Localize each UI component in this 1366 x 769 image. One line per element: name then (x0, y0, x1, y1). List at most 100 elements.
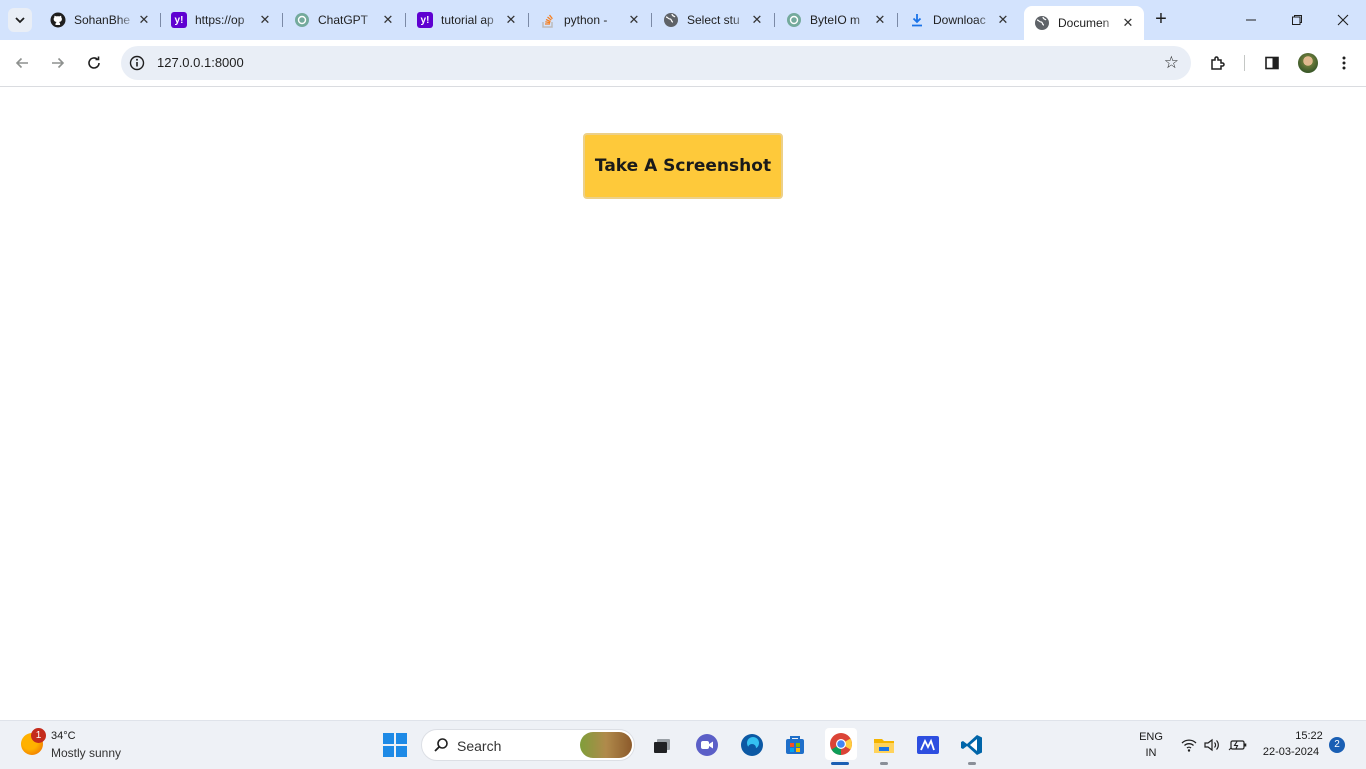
stackoverflow-icon (540, 12, 556, 28)
tab-title: https://op (195, 13, 245, 27)
close-icon[interactable]: ✕ (1120, 15, 1136, 31)
tab-title: ByteIO m (810, 13, 861, 27)
store-icon[interactable] (781, 731, 809, 759)
tab-title: tutorial ap (441, 13, 494, 27)
app-indicator (880, 762, 888, 765)
menu-button[interactable] (1332, 51, 1356, 75)
windows-start-icon[interactable] (383, 733, 407, 757)
reload-icon (88, 56, 100, 69)
tab-separator (528, 13, 529, 27)
restore-button[interactable] (1274, 0, 1320, 40)
download-icon (909, 12, 925, 28)
info-icon[interactable] (129, 55, 145, 71)
back-button[interactable] (10, 51, 34, 75)
yahoo-icon: y! (417, 12, 433, 28)
reload-button[interactable] (82, 51, 106, 75)
close-icon[interactable]: ✕ (380, 12, 396, 28)
browser-toolbar: 127.0.0.1:8000 ☆ (0, 40, 1366, 87)
side-panel-button[interactable] (1260, 51, 1284, 75)
battery-icon[interactable] (1228, 738, 1248, 752)
github-icon (50, 12, 66, 28)
tab-separator (897, 13, 898, 27)
toolbar-divider (1244, 55, 1245, 71)
close-icon[interactable]: ✕ (995, 12, 1011, 28)
tab-6[interactable]: ByteIO m ✕ (776, 6, 896, 34)
side-panel-icon (1265, 56, 1279, 70)
search-icon (434, 738, 448, 752)
clock-date[interactable]: 22-03-2024 (1256, 746, 1326, 758)
tab-title: ChatGPT (318, 13, 369, 27)
meet-icon[interactable] (693, 731, 721, 759)
language-line1[interactable]: ENG (1136, 731, 1166, 743)
tab-active[interactable]: Documen ✕ (1024, 6, 1144, 40)
globe-icon (1034, 15, 1050, 31)
chatgpt-icon (294, 12, 310, 28)
bookmark-star-icon[interactable]: ☆ (1164, 53, 1179, 73)
puzzle-icon (1211, 56, 1225, 70)
tab-strip: SohanBhe ✕ y! https://op ✕ ChatGPT ✕ y! … (0, 0, 1366, 40)
clock-time[interactable]: 15:22 (1284, 730, 1334, 742)
url-text: 127.0.0.1:8000 (157, 55, 244, 70)
file-explorer-icon[interactable] (870, 731, 898, 759)
arrow-left-icon (15, 57, 28, 69)
weather-desc: Mostly sunny (51, 746, 122, 760)
tab-1[interactable]: y! https://op ✕ (161, 6, 281, 34)
globe-icon (663, 12, 679, 28)
app-indicator (831, 762, 849, 765)
app-indicator (968, 762, 976, 765)
new-tab-button[interactable]: + (1150, 8, 1172, 32)
wifi-icon[interactable] (1180, 737, 1198, 753)
search-label: Search (457, 738, 502, 754)
weather-badge: 1 (31, 728, 46, 743)
extensions-button[interactable] (1206, 51, 1230, 75)
tab-separator (282, 13, 283, 27)
restore-icon (1292, 15, 1302, 25)
address-bar[interactable]: 127.0.0.1:8000 ☆ (121, 46, 1191, 80)
tab-7[interactable]: Downloac ✕ (899, 6, 1019, 34)
language-line2[interactable]: IN (1136, 747, 1166, 759)
avatar (1298, 53, 1318, 73)
chatgpt-icon (786, 12, 802, 28)
profile-button[interactable] (1296, 51, 1320, 75)
taskbar-search[interactable]: Search (421, 729, 635, 761)
close-icon (1337, 14, 1349, 26)
close-icon[interactable]: ✕ (872, 12, 888, 28)
minimize-button[interactable] (1228, 0, 1274, 40)
tab-separator (405, 13, 406, 27)
forward-button[interactable] (46, 51, 70, 75)
chevron-down-icon (15, 17, 25, 24)
more-vert-icon (1342, 56, 1346, 70)
tab-5[interactable]: Select stu ✕ (653, 6, 773, 34)
edge-icon[interactable] (738, 731, 766, 759)
taskbar: 1 34°C Mostly sunny Search ENG IN 15:22 (0, 720, 1366, 769)
search-highlight-image (580, 732, 632, 758)
chrome-icon[interactable] (825, 728, 857, 760)
tab-2[interactable]: ChatGPT ✕ (284, 6, 404, 34)
vscode-icon[interactable] (958, 731, 986, 759)
task-view-icon[interactable] (648, 731, 676, 759)
take-screenshot-button[interactable]: Take A Screenshot (583, 133, 783, 199)
tab-0[interactable]: SohanBhe ✕ (40, 6, 160, 34)
tab-4[interactable]: python - ✕ (530, 6, 650, 34)
weather-temp: 34°C (51, 730, 76, 742)
close-icon[interactable]: ✕ (626, 12, 642, 28)
tab-title: SohanBhe (74, 13, 131, 27)
close-icon[interactable]: ✕ (257, 12, 273, 28)
tab-title: Select stu (687, 13, 740, 27)
tab-separator (774, 13, 775, 27)
tab-title: Downloac (933, 13, 986, 27)
tab-title: python - (564, 13, 608, 27)
tab-title: Documen (1058, 16, 1110, 30)
yahoo-icon: y! (171, 12, 187, 28)
notification-badge[interactable]: 2 (1329, 737, 1345, 753)
tab-3[interactable]: y! tutorial ap ✕ (407, 6, 527, 34)
close-icon[interactable]: ✕ (503, 12, 519, 28)
editor-icon[interactable] (914, 731, 942, 759)
volume-icon[interactable] (1203, 737, 1221, 753)
minimize-icon (1246, 19, 1256, 21)
close-icon[interactable]: ✕ (136, 12, 152, 28)
close-window-button[interactable] (1320, 0, 1366, 40)
tab-search-button[interactable] (8, 8, 32, 32)
arrow-right-icon (52, 57, 65, 69)
close-icon[interactable]: ✕ (749, 12, 765, 28)
